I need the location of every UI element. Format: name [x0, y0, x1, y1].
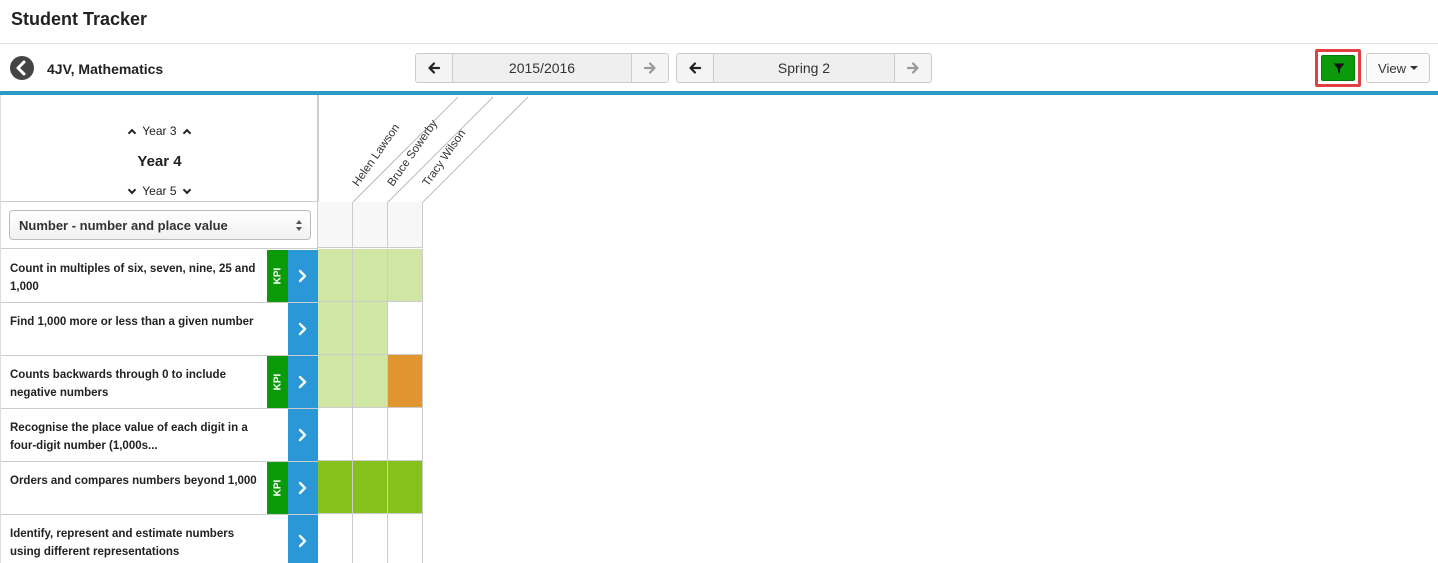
objective-row: Count in multiples of six, seven, nine, …	[1, 250, 318, 303]
assessment-cell[interactable]	[353, 514, 388, 563]
grid-header-cell	[353, 202, 388, 248]
chevron-left-icon	[16, 60, 26, 76]
view-dropdown-button[interactable]: View	[1366, 53, 1430, 83]
chevron-up-icon	[127, 128, 137, 138]
next-year-label: Year 5	[142, 184, 177, 198]
chevron-right-icon	[298, 428, 307, 442]
select-arrows-icon	[296, 220, 302, 232]
student-headers: Helen LawsonBruce SowerbyTracy Wilson	[318, 95, 529, 203]
term-label: Spring 2	[714, 54, 894, 82]
term-pager: Spring 2	[676, 53, 932, 83]
assessment-cell[interactable]	[353, 302, 388, 355]
strand-select-value: Number - number and place value	[19, 217, 228, 233]
assessment-cell[interactable]	[388, 249, 423, 302]
year-label: 2015/2016	[453, 54, 631, 82]
objective-detail-button[interactable]	[288, 303, 318, 355]
objective-detail-button[interactable]	[288, 356, 318, 408]
assessment-cell[interactable]	[318, 302, 353, 355]
next-year-link[interactable]: Year 5	[1, 184, 318, 198]
kpi-label: KPI	[272, 479, 283, 497]
kpi-label: KPI	[272, 267, 283, 285]
chevron-right-icon	[298, 322, 307, 336]
assessment-cell[interactable]	[318, 514, 353, 563]
objective-text: Counts backwards through 0 to include ne…	[10, 369, 226, 399]
kpi-label: KPI	[272, 373, 283, 391]
kpi-badge: KPI	[267, 250, 288, 302]
class-name: 4JV, Mathematics	[47, 61, 164, 77]
chevron-up-icon	[182, 128, 192, 138]
next-year-button[interactable]	[631, 54, 668, 82]
filter-button[interactable]	[1321, 55, 1355, 81]
objective-text: Recognise the place value of each digit …	[10, 422, 248, 452]
chevron-down-icon	[182, 185, 192, 195]
assessment-cell[interactable]	[388, 355, 423, 408]
assessment-cell[interactable]	[388, 514, 423, 563]
objective-detail-button[interactable]	[288, 515, 318, 563]
previous-term-button[interactable]	[677, 54, 714, 82]
assessment-cell[interactable]	[388, 302, 423, 355]
objective-text: Identify, represent and estimate numbers…	[10, 528, 235, 558]
chevron-right-icon	[298, 481, 307, 495]
strand-select[interactable]: Number - number and place value	[9, 210, 311, 240]
kpi-badge: KPI	[267, 462, 288, 514]
assessment-cell[interactable]	[353, 408, 388, 461]
objective-row: Recognise the place value of each digit …	[1, 409, 318, 462]
objective-text: Find 1,000 more or less than a given num…	[10, 316, 254, 328]
grid-header-cell	[388, 202, 423, 248]
previous-year-label: Year 3	[142, 124, 177, 138]
caret-down-icon	[1409, 66, 1418, 70]
app-header: Student Tracker	[0, 0, 1438, 44]
objective-row: Find 1,000 more or less than a given num…	[1, 303, 318, 356]
chevron-right-icon	[298, 269, 307, 283]
strand-select-row: Number - number and place value	[1, 203, 318, 249]
objective-detail-button[interactable]	[288, 409, 318, 461]
chevron-right-icon	[298, 534, 307, 548]
arrow-right-icon	[906, 62, 919, 74]
assessment-cell[interactable]	[388, 408, 423, 461]
arrow-left-icon	[428, 62, 441, 74]
objective-detail-button[interactable]	[288, 250, 318, 302]
objective-row: Orders and compares numbers beyond 1,000…	[1, 462, 318, 515]
arrow-left-icon	[689, 62, 702, 74]
chevron-right-icon	[298, 375, 307, 389]
objective-row: Identify, represent and estimate numbers…	[1, 515, 318, 563]
view-label: View	[1378, 60, 1406, 76]
assessment-cell[interactable]	[353, 249, 388, 302]
student-header-divider	[422, 96, 529, 203]
current-year-label: Year 4	[137, 153, 182, 170]
app-title: Student Tracker	[11, 9, 148, 29]
chevron-down-icon	[127, 185, 137, 195]
previous-year-button[interactable]	[416, 54, 453, 82]
previous-year-link[interactable]: Year 3	[1, 124, 318, 138]
arrow-right-icon	[643, 62, 656, 74]
objectives-panel: Year 3 Year 4 Year 5 Number - number and…	[0, 95, 318, 563]
kpi-badge: KPI	[267, 356, 288, 408]
back-button[interactable]	[10, 56, 34, 80]
objective-text: Orders and compares numbers beyond 1,000	[10, 475, 257, 487]
assessment-cell[interactable]	[353, 355, 388, 408]
objective-detail-button[interactable]	[288, 462, 318, 514]
assessment-cell[interactable]	[318, 408, 353, 461]
year-navigator: Year 3 Year 4 Year 5	[1, 95, 318, 202]
assessment-cell[interactable]	[318, 249, 353, 302]
assessment-cell[interactable]	[388, 461, 423, 514]
assessment-cell[interactable]	[353, 461, 388, 514]
student-header-divider	[387, 96, 494, 203]
assessment-cell[interactable]	[318, 355, 353, 408]
objective-row: Counts backwards through 0 to include ne…	[1, 356, 318, 409]
objective-text: Count in multiples of six, seven, nine, …	[10, 263, 256, 293]
year-pager: 2015/2016	[415, 53, 669, 83]
funnel-icon	[1333, 63, 1345, 74]
grid-header-cell	[318, 202, 353, 248]
assessment-cell[interactable]	[318, 461, 353, 514]
next-term-button[interactable]	[894, 54, 931, 82]
filter-button-highlight[interactable]	[1315, 49, 1361, 87]
